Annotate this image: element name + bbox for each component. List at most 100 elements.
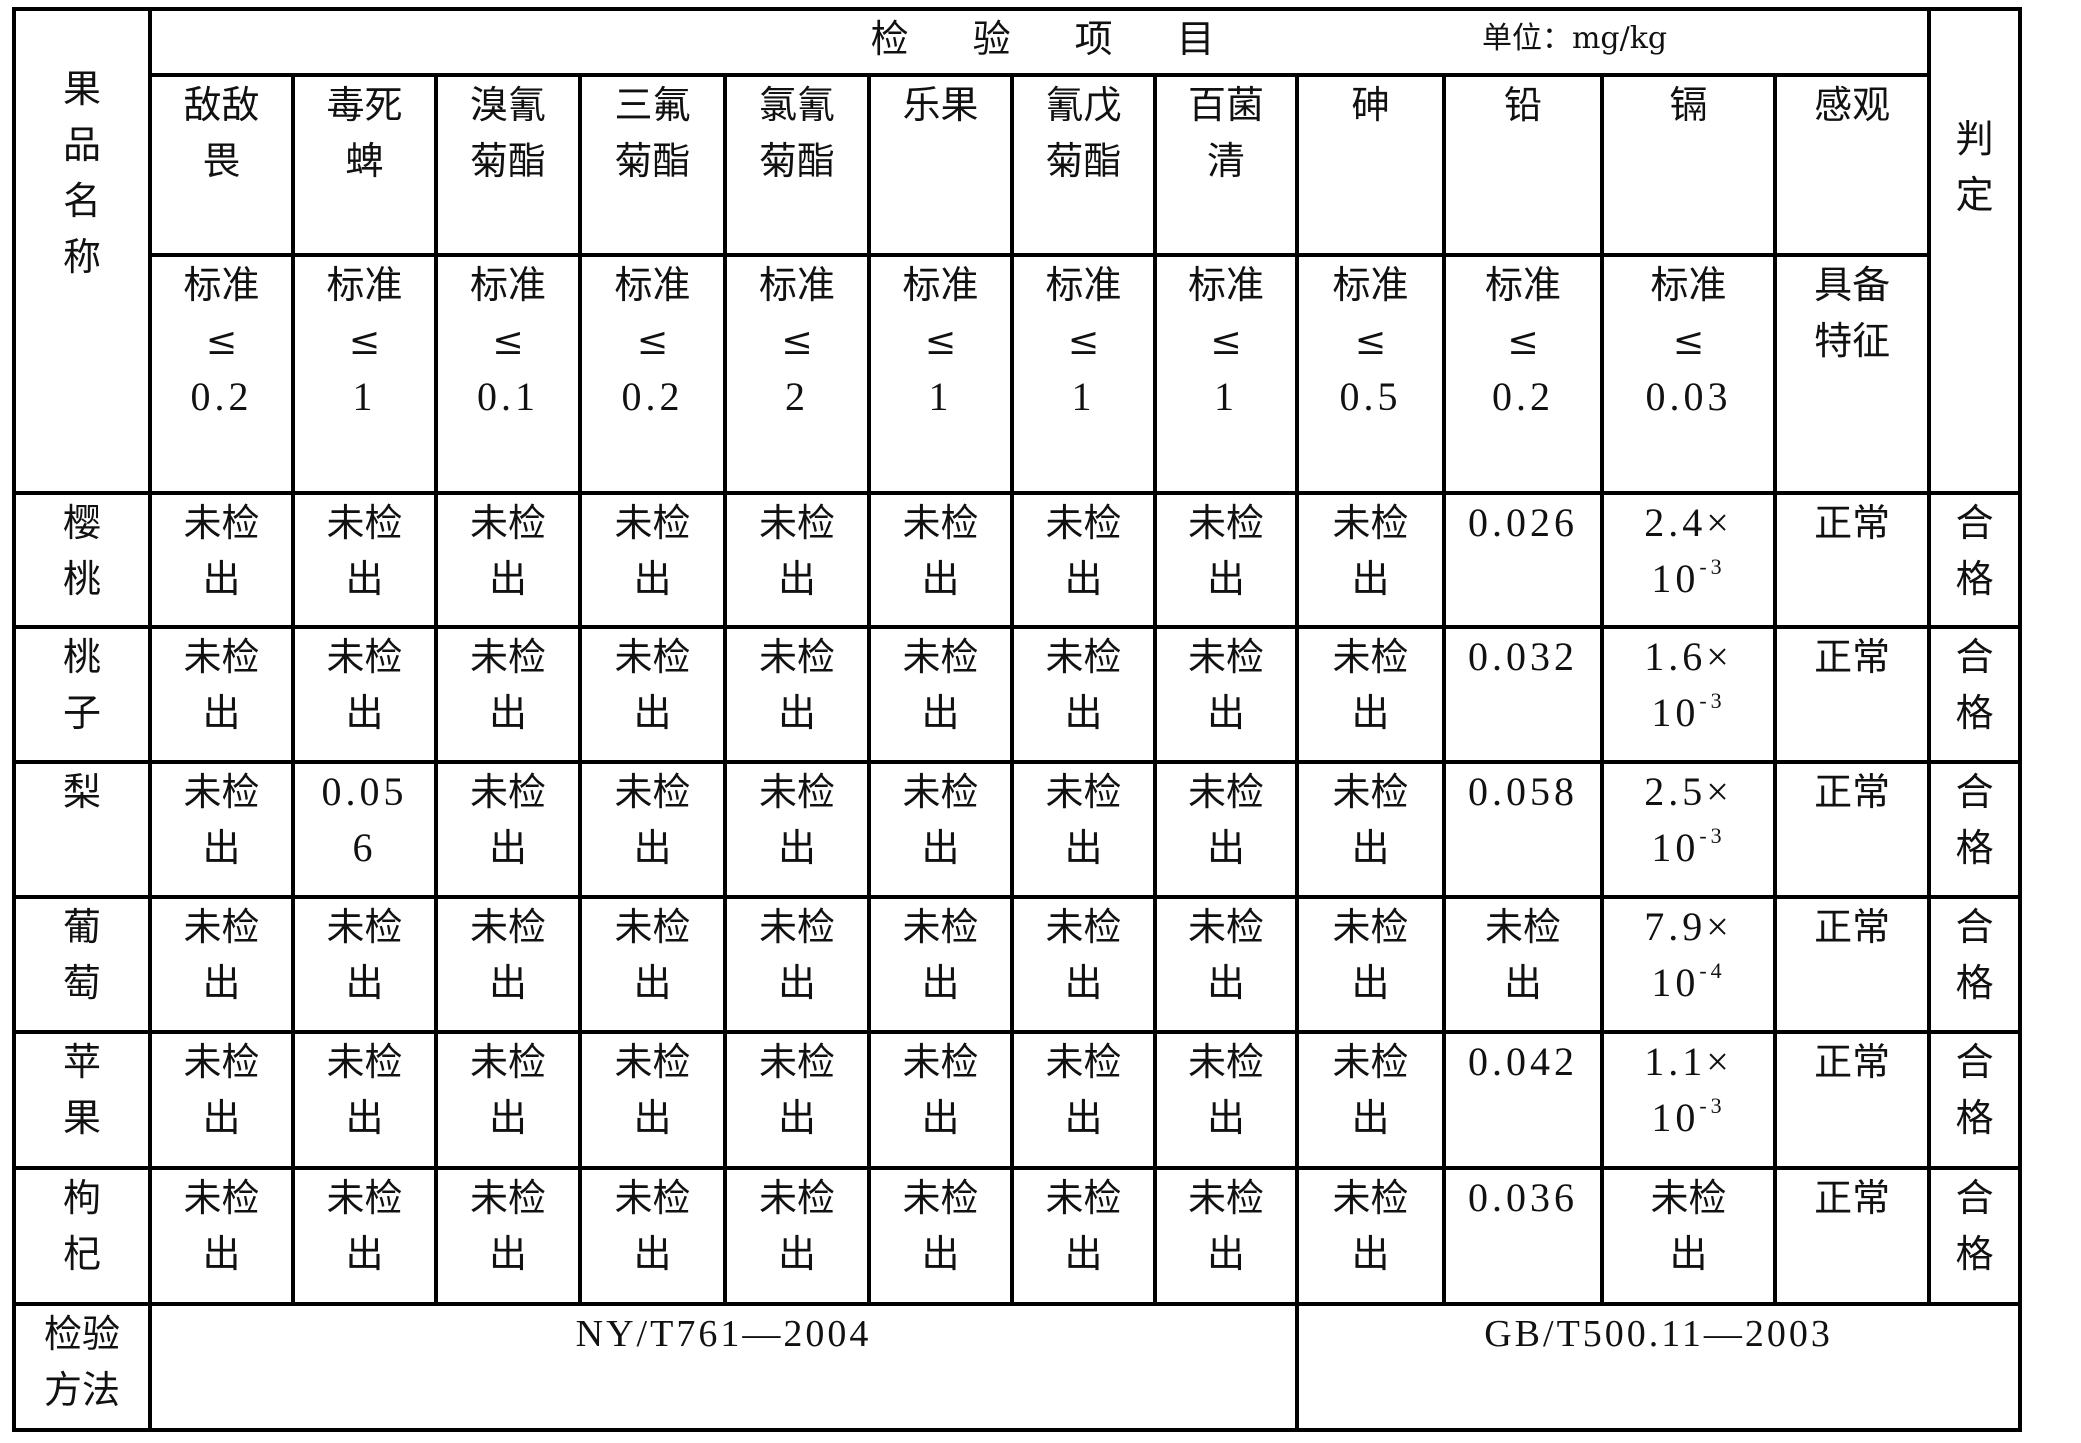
result-cell: 未检出 bbox=[1010, 760, 1157, 899]
result-text: 出 bbox=[345, 1096, 384, 1140]
item-name-text: 感观 bbox=[1814, 83, 1891, 127]
result-cell: 未检出 bbox=[1295, 895, 1446, 1034]
result-cell: 未检出 bbox=[291, 1166, 438, 1306]
fruit-name: 梨 bbox=[12, 760, 152, 899]
result-text: 出 bbox=[488, 1096, 527, 1140]
fruit-name-header-char: 名 bbox=[62, 179, 101, 223]
judgement-char: 格 bbox=[1955, 1096, 1994, 1140]
item-name-text: 菊酯 bbox=[758, 139, 835, 183]
standard-text: ≤ bbox=[1210, 319, 1242, 363]
inspection-results-table: 果 品 名 称 检验项目 单位：mg/kg 判 定 敌敌畏毒死蜱溴氰 菊酯 三氟 菊酯… bbox=[12, 7, 2023, 1432]
item-name-text: 氯氰 bbox=[758, 83, 835, 127]
result-text: 0.032 bbox=[1468, 634, 1578, 679]
result-power-base: 10 bbox=[1651, 556, 1700, 601]
result-power: 10-3 bbox=[1604, 551, 1773, 607]
fruit-name: 桃子 bbox=[12, 625, 152, 764]
result-cell: 未检出 bbox=[723, 625, 871, 764]
judgement-char: 格 bbox=[1955, 1232, 1994, 1276]
fruit-name-char: 萄 bbox=[62, 961, 101, 1005]
item-name-text: 菊酯 bbox=[1045, 139, 1122, 183]
result-text: 未检 bbox=[902, 1176, 979, 1220]
item-name-text: 溴氰 bbox=[469, 83, 546, 127]
result-text: 未检 bbox=[183, 1176, 260, 1220]
result-cell: 未检出 bbox=[723, 1166, 871, 1306]
table-row: 樱桃未检出未检出未检出未检出未检出未检出未检出未检出未检出 0.026 2.4× 10… bbox=[12, 491, 2023, 629]
result-mantissa: 7.9× bbox=[1644, 904, 1733, 949]
result-text: 出 bbox=[921, 557, 960, 601]
result-text: 出 bbox=[1064, 691, 1103, 735]
result-text: 未检 bbox=[902, 501, 979, 545]
result-cell: 未检出 bbox=[1153, 625, 1299, 764]
result-text: 出 bbox=[488, 691, 527, 735]
result-cell: 未检出 bbox=[1153, 895, 1299, 1034]
result-cell: 未检出 bbox=[1295, 625, 1446, 764]
result-mantissa: 2.5× bbox=[1644, 769, 1733, 814]
judgement-char: 合 bbox=[1955, 501, 1994, 545]
item-name-header: 感观 bbox=[1772, 73, 1932, 257]
standard-text: 标准 bbox=[183, 263, 260, 307]
result-cell: 未检出 bbox=[723, 760, 871, 899]
result-text: 未检 bbox=[614, 501, 691, 545]
method-label-text: 检验 bbox=[43, 1312, 120, 1356]
result-cell: 0.042 bbox=[1442, 1030, 1604, 1170]
judgement-cell: 合格 bbox=[1927, 760, 2023, 899]
standard-text: ≤ bbox=[1067, 319, 1100, 363]
fruit-name: 葡萄 bbox=[12, 895, 152, 1034]
result-text: 正常 bbox=[1814, 770, 1891, 814]
item-name-header: 毒死蜱 bbox=[291, 73, 438, 257]
result-text: 出 bbox=[1206, 1232, 1245, 1276]
result-power: 10-3 bbox=[1604, 685, 1773, 741]
result-cell: 未检出 bbox=[291, 1030, 438, 1170]
result-text: 未检 bbox=[1332, 1040, 1409, 1084]
method-label: 检验 方法 bbox=[12, 1302, 152, 1432]
result-text: 未检 bbox=[614, 635, 691, 679]
result-text: 出 bbox=[202, 961, 241, 1005]
result-cell: 未检出 bbox=[578, 625, 727, 764]
result-text: 出 bbox=[921, 826, 960, 870]
result-cell: 正常 bbox=[1772, 1166, 1932, 1306]
result-text: 出 bbox=[345, 557, 384, 601]
result-cell: 正常 bbox=[1772, 760, 1932, 899]
result-power: 10-4 bbox=[1604, 955, 1773, 1011]
item-standard: 标准 ≤1 bbox=[867, 253, 1014, 495]
result-text: 正常 bbox=[1814, 905, 1891, 949]
item-name-text: 菊酯 bbox=[614, 139, 691, 183]
result-cell: 未检出 bbox=[723, 895, 871, 1034]
fruit-name-header-char: 品 bbox=[62, 123, 101, 167]
item-standards-row: 标准 ≤0.2 标准 ≤1 标准 ≤0.1 标准 ≤0.2 标准 ≤2 标准 ≤1 标准 ≤1 标准 ≤1 标准… bbox=[14, 253, 2020, 495]
result-cell: 未检出 bbox=[434, 1166, 582, 1306]
result-text: 未检 bbox=[902, 635, 979, 679]
result-text: 未检 bbox=[1187, 1176, 1264, 1220]
fruit-name-char: 葡 bbox=[62, 905, 101, 949]
fruit-name-header-char: 果 bbox=[62, 67, 101, 111]
result-cell: 未检出 bbox=[1295, 1166, 1446, 1306]
item-standard: 标准 ≤1 bbox=[1153, 253, 1299, 495]
result-text: 出 bbox=[1503, 961, 1542, 1005]
result-cell: 未检出 bbox=[1600, 1166, 1777, 1306]
result-text: 出 bbox=[633, 826, 672, 870]
pesticide-method: NY/T761—2004 bbox=[148, 1302, 1299, 1432]
result-cell: 未检出 bbox=[1153, 760, 1299, 899]
item-standard: 标准 ≤0.03 bbox=[1600, 253, 1777, 495]
item-name-header: 氯氰 菊酯 bbox=[723, 73, 871, 257]
item-standard: 标准 ≤1 bbox=[291, 253, 438, 495]
table-row: 葡萄未检出未检出未检出未检出未检出未检出未检出未检出未检出未检出 7.9× 10-4… bbox=[12, 895, 2023, 1034]
item-name-header: 百菌清 bbox=[1153, 73, 1299, 257]
judgement-header: 判 定 bbox=[1927, 7, 2023, 495]
method-row: 检验 方法 NY/T761—2004 GB/T500.11—2003 bbox=[12, 1302, 2023, 1432]
result-text: 出 bbox=[1206, 557, 1245, 601]
result-power: 10-3 bbox=[1604, 820, 1773, 876]
result-text: 未检 bbox=[469, 1040, 546, 1084]
result-cell: 未检出 bbox=[148, 895, 295, 1034]
result-text: 未检 bbox=[469, 635, 546, 679]
result-cell: 未检出 bbox=[1010, 1030, 1157, 1170]
fruit-name: 苹果 bbox=[12, 1030, 152, 1170]
result-text: 出 bbox=[633, 1232, 672, 1276]
result-text: 未检 bbox=[758, 501, 835, 545]
result-text: 未检 bbox=[1187, 770, 1264, 814]
result-text: 未检 bbox=[326, 635, 403, 679]
item-name-text: 镉 bbox=[1669, 83, 1708, 127]
item-name-text: 砷 bbox=[1351, 83, 1390, 127]
result-text: 出 bbox=[777, 1096, 816, 1140]
result-power: 10-3 bbox=[1604, 1090, 1773, 1146]
